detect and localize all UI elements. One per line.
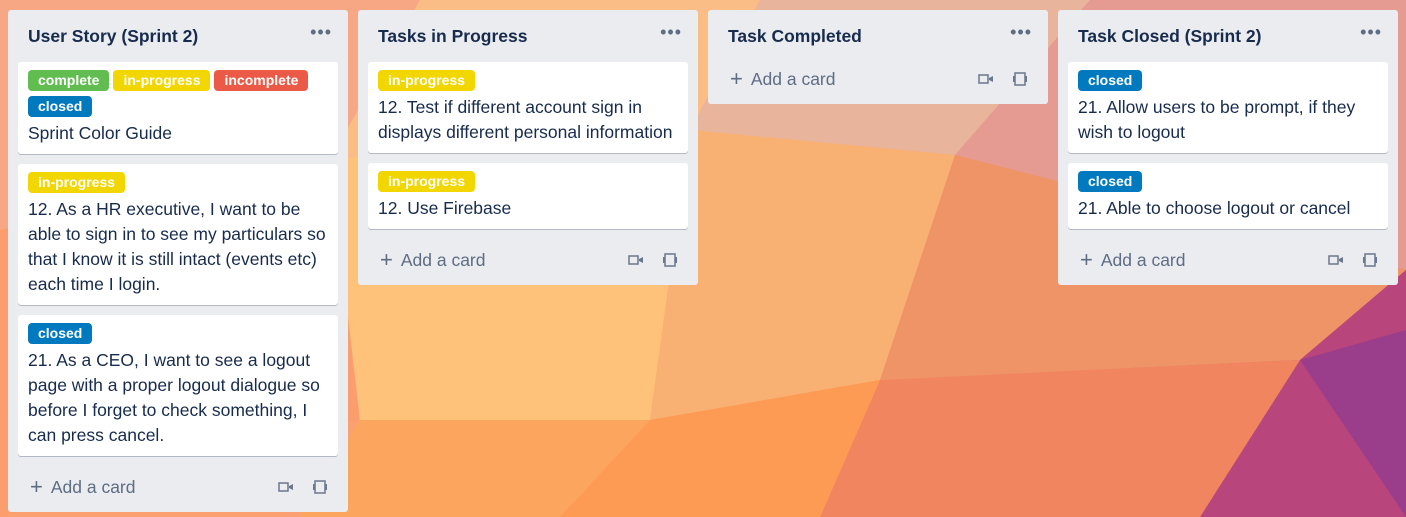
video-icon[interactable] xyxy=(978,71,994,87)
add-card-button[interactable]: + Add a card xyxy=(1080,249,1186,271)
label-incomplete[interactable]: incomplete xyxy=(214,70,309,91)
ellipsis-icon[interactable]: ••• xyxy=(1010,22,1032,42)
card[interactable]: in-progress 12. Use Firebase xyxy=(368,163,688,229)
template-icon[interactable] xyxy=(662,252,678,268)
add-card-button[interactable]: + Add a card xyxy=(730,68,836,90)
card-title: 12. Test if different account sign in di… xyxy=(378,97,673,142)
list-title[interactable]: Task Closed (Sprint 2) xyxy=(1078,26,1261,47)
card[interactable]: in-progress 12. As a HR executive, I wan… xyxy=(18,164,338,305)
add-card-label: Add a card xyxy=(1100,249,1186,270)
video-icon[interactable] xyxy=(1328,252,1344,268)
card-title: 21. Allow users to be prompt, if they wi… xyxy=(1078,97,1356,142)
board: User Story (Sprint 2) ••• complete in-pr… xyxy=(0,0,1406,517)
list-header[interactable]: Task Completed ••• xyxy=(708,10,1048,58)
card-title: 21. As a CEO, I want to see a logout pag… xyxy=(28,350,320,445)
template-icon[interactable] xyxy=(1012,71,1028,87)
add-card-button[interactable]: + Add a card xyxy=(30,476,136,498)
template-icon[interactable] xyxy=(1362,252,1378,268)
add-card-label: Add a card xyxy=(750,68,836,89)
label-in-progress[interactable]: in-progress xyxy=(113,70,211,91)
card-composer: + Add a card xyxy=(358,239,698,285)
plus-icon: + xyxy=(380,247,393,272)
card-composer: + Add a card xyxy=(708,58,1048,104)
card[interactable]: closed 21. Allow users to be prompt, if … xyxy=(1068,62,1388,153)
card[interactable]: in-progress 12. Test if different accoun… xyxy=(368,62,688,153)
label-in-progress[interactable]: in-progress xyxy=(378,70,476,91)
label-closed[interactable]: closed xyxy=(28,323,93,344)
card[interactable]: closed 21. As a CEO, I want to see a log… xyxy=(18,315,338,456)
list-title[interactable]: Task Completed xyxy=(728,26,862,47)
plus-icon: + xyxy=(30,474,43,499)
card-composer: + Add a card xyxy=(8,466,348,512)
list-header[interactable]: Task Closed (Sprint 2) ••• xyxy=(1058,10,1398,62)
list-header[interactable]: User Story (Sprint 2) ••• xyxy=(8,10,348,62)
plus-icon: + xyxy=(1080,247,1093,272)
ellipsis-icon[interactable]: ••• xyxy=(1360,22,1382,42)
list-title[interactable]: User Story (Sprint 2) xyxy=(28,26,198,47)
add-card-label: Add a card xyxy=(400,249,486,270)
add-card-label: Add a card xyxy=(50,476,136,497)
card-title: 21. Able to choose logout or cancel xyxy=(1078,198,1351,218)
list-tasks-in-progress: Tasks in Progress ••• in-progress 12. Te… xyxy=(358,10,698,285)
label-complete[interactable]: complete xyxy=(28,70,110,91)
card-title: 12. Use Firebase xyxy=(378,198,512,218)
label-in-progress[interactable]: in-progress xyxy=(28,172,126,193)
video-icon[interactable] xyxy=(628,252,644,268)
add-card-button[interactable]: + Add a card xyxy=(380,249,486,271)
list-user-story: User Story (Sprint 2) ••• complete in-pr… xyxy=(8,10,348,512)
ellipsis-icon[interactable]: ••• xyxy=(310,22,332,42)
list-title[interactable]: Tasks in Progress xyxy=(378,26,527,47)
template-icon[interactable] xyxy=(312,479,328,495)
card[interactable]: closed 21. Able to choose logout or canc… xyxy=(1068,163,1388,229)
list-header[interactable]: Tasks in Progress ••• xyxy=(358,10,698,62)
ellipsis-icon[interactable]: ••• xyxy=(660,22,682,42)
list-task-completed: Task Completed ••• + Add a card xyxy=(708,10,1048,104)
video-icon[interactable] xyxy=(278,479,294,495)
card-title: 12. As a HR executive, I want to be able… xyxy=(28,199,326,294)
label-closed[interactable]: closed xyxy=(1078,70,1143,91)
label-closed[interactable]: closed xyxy=(1078,171,1143,192)
card[interactable]: complete in-progress incomplete closed S… xyxy=(18,62,338,154)
plus-icon: + xyxy=(730,66,743,91)
card-title: Sprint Color Guide xyxy=(28,123,172,143)
card-composer: + Add a card xyxy=(1058,239,1398,285)
label-in-progress[interactable]: in-progress xyxy=(378,171,476,192)
list-task-closed: Task Closed (Sprint 2) ••• closed 21. Al… xyxy=(1058,10,1398,285)
label-closed[interactable]: closed xyxy=(28,96,93,117)
